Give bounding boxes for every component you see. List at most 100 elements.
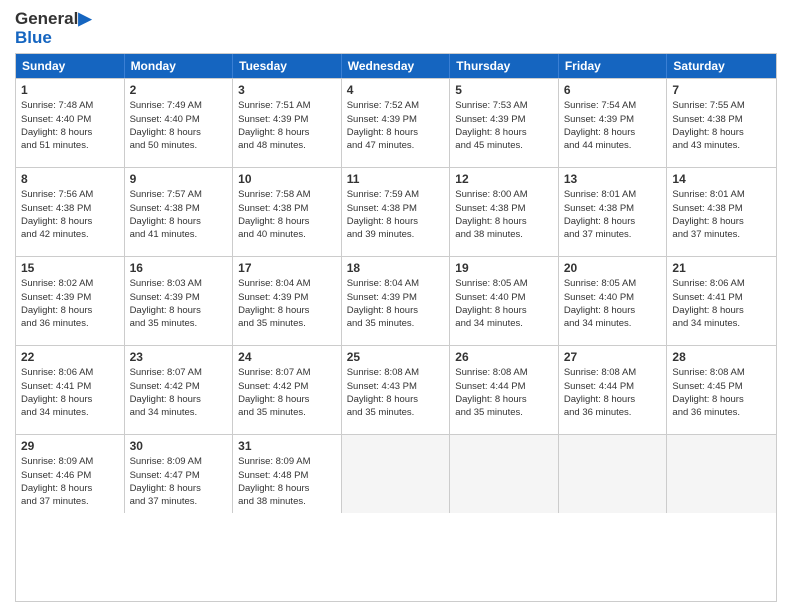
minutes: and 35 minutes. — [130, 317, 228, 330]
day-cell-1: 1 Sunrise: 7:48 AM Sunset: 4:40 PM Dayli… — [16, 79, 125, 167]
daylight: Daylight: 8 hours — [672, 304, 771, 317]
day-cell-22: 22 Sunrise: 8:06 AM Sunset: 4:41 PM Dayl… — [16, 346, 125, 434]
daylight: Daylight: 8 hours — [455, 215, 553, 228]
day-cell-14: 14 Sunrise: 8:01 AM Sunset: 4:38 PM Dayl… — [667, 168, 776, 256]
day-cell-8: 8 Sunrise: 7:56 AM Sunset: 4:38 PM Dayli… — [16, 168, 125, 256]
day-cell-29: 29 Sunrise: 8:09 AM Sunset: 4:46 PM Dayl… — [16, 435, 125, 512]
day-number: 30 — [130, 439, 228, 453]
minutes: and 42 minutes. — [21, 228, 119, 241]
sunset: Sunset: 4:41 PM — [21, 380, 119, 393]
day-number: 16 — [130, 261, 228, 275]
day-cell-23: 23 Sunrise: 8:07 AM Sunset: 4:42 PM Dayl… — [125, 346, 234, 434]
day-number: 20 — [564, 261, 662, 275]
day-cell-5: 5 Sunrise: 7:53 AM Sunset: 4:39 PM Dayli… — [450, 79, 559, 167]
sunrise: Sunrise: 8:04 AM — [238, 277, 336, 290]
day-number: 10 — [238, 172, 336, 186]
calendar: SundayMondayTuesdayWednesdayThursdayFrid… — [15, 53, 777, 602]
sunset: Sunset: 4:45 PM — [672, 380, 771, 393]
minutes: and 35 minutes. — [455, 406, 553, 419]
daylight: Daylight: 8 hours — [130, 393, 228, 406]
day-cell-19: 19 Sunrise: 8:05 AM Sunset: 4:40 PM Dayl… — [450, 257, 559, 345]
day-number: 25 — [347, 350, 445, 364]
minutes: and 34 minutes. — [564, 317, 662, 330]
day-number: 13 — [564, 172, 662, 186]
sunrise: Sunrise: 7:51 AM — [238, 99, 336, 112]
day-cell-30: 30 Sunrise: 8:09 AM Sunset: 4:47 PM Dayl… — [125, 435, 234, 512]
day-number: 9 — [130, 172, 228, 186]
day-number: 24 — [238, 350, 336, 364]
sunset: Sunset: 4:40 PM — [455, 291, 553, 304]
minutes: and 37 minutes. — [130, 495, 228, 508]
minutes: and 45 minutes. — [455, 139, 553, 152]
day-cell-6: 6 Sunrise: 7:54 AM Sunset: 4:39 PM Dayli… — [559, 79, 668, 167]
minutes: and 51 minutes. — [21, 139, 119, 152]
day-cell-27: 27 Sunrise: 8:08 AM Sunset: 4:44 PM Dayl… — [559, 346, 668, 434]
day-number: 28 — [672, 350, 771, 364]
header-day-tuesday: Tuesday — [233, 54, 342, 78]
daylight: Daylight: 8 hours — [130, 482, 228, 495]
minutes: and 35 minutes. — [238, 317, 336, 330]
sunset: Sunset: 4:39 PM — [238, 113, 336, 126]
minutes: and 38 minutes. — [238, 495, 336, 508]
day-number: 3 — [238, 83, 336, 97]
daylight: Daylight: 8 hours — [21, 126, 119, 139]
calendar-row-2: 8 Sunrise: 7:56 AM Sunset: 4:38 PM Dayli… — [16, 167, 776, 256]
daylight: Daylight: 8 hours — [130, 304, 228, 317]
day-number: 14 — [672, 172, 771, 186]
sunset: Sunset: 4:47 PM — [130, 469, 228, 482]
day-number: 7 — [672, 83, 771, 97]
calendar-row-3: 15 Sunrise: 8:02 AM Sunset: 4:39 PM Dayl… — [16, 256, 776, 345]
day-number: 5 — [455, 83, 553, 97]
sunset: Sunset: 4:39 PM — [347, 291, 445, 304]
sunrise: Sunrise: 8:00 AM — [455, 188, 553, 201]
logo-blue: ▶ — [78, 9, 91, 28]
day-cell-21: 21 Sunrise: 8:06 AM Sunset: 4:41 PM Dayl… — [667, 257, 776, 345]
day-cell-3: 3 Sunrise: 7:51 AM Sunset: 4:39 PM Dayli… — [233, 79, 342, 167]
day-cell-26: 26 Sunrise: 8:08 AM Sunset: 4:44 PM Dayl… — [450, 346, 559, 434]
minutes: and 37 minutes. — [564, 228, 662, 241]
sunrise: Sunrise: 8:01 AM — [672, 188, 771, 201]
day-cell-13: 13 Sunrise: 8:01 AM Sunset: 4:38 PM Dayl… — [559, 168, 668, 256]
sunset: Sunset: 4:40 PM — [130, 113, 228, 126]
sunset: Sunset: 4:44 PM — [564, 380, 662, 393]
day-cell-12: 12 Sunrise: 8:00 AM Sunset: 4:38 PM Dayl… — [450, 168, 559, 256]
header-day-saturday: Saturday — [667, 54, 776, 78]
minutes: and 35 minutes. — [238, 406, 336, 419]
sunrise: Sunrise: 8:02 AM — [21, 277, 119, 290]
sunrise: Sunrise: 8:08 AM — [564, 366, 662, 379]
day-number: 2 — [130, 83, 228, 97]
sunset: Sunset: 4:48 PM — [238, 469, 336, 482]
sunset: Sunset: 4:38 PM — [130, 202, 228, 215]
header-day-monday: Monday — [125, 54, 234, 78]
daylight: Daylight: 8 hours — [21, 393, 119, 406]
day-cell-4: 4 Sunrise: 7:52 AM Sunset: 4:39 PM Dayli… — [342, 79, 451, 167]
minutes: and 37 minutes. — [672, 228, 771, 241]
minutes: and 43 minutes. — [672, 139, 771, 152]
sunrise: Sunrise: 7:54 AM — [564, 99, 662, 112]
calendar-row-1: 1 Sunrise: 7:48 AM Sunset: 4:40 PM Dayli… — [16, 78, 776, 167]
sunrise: Sunrise: 8:07 AM — [238, 366, 336, 379]
sunset: Sunset: 4:38 PM — [672, 113, 771, 126]
minutes: and 40 minutes. — [238, 228, 336, 241]
sunrise: Sunrise: 8:05 AM — [455, 277, 553, 290]
sunset: Sunset: 4:39 PM — [21, 291, 119, 304]
sunset: Sunset: 4:41 PM — [672, 291, 771, 304]
sunrise: Sunrise: 7:48 AM — [21, 99, 119, 112]
sunrise: Sunrise: 8:01 AM — [564, 188, 662, 201]
sunset: Sunset: 4:39 PM — [347, 113, 445, 126]
page: General▶ Blue SundayMondayTuesdayWednesd… — [0, 0, 792, 612]
sunrise: Sunrise: 8:03 AM — [130, 277, 228, 290]
minutes: and 39 minutes. — [347, 228, 445, 241]
day-cell-7: 7 Sunrise: 7:55 AM Sunset: 4:38 PM Dayli… — [667, 79, 776, 167]
sunset: Sunset: 4:46 PM — [21, 469, 119, 482]
daylight: Daylight: 8 hours — [238, 482, 336, 495]
day-number: 1 — [21, 83, 119, 97]
daylight: Daylight: 8 hours — [130, 215, 228, 228]
day-cell-11: 11 Sunrise: 7:59 AM Sunset: 4:38 PM Dayl… — [342, 168, 451, 256]
day-number: 26 — [455, 350, 553, 364]
calendar-row-4: 22 Sunrise: 8:06 AM Sunset: 4:41 PM Dayl… — [16, 345, 776, 434]
calendar-body: 1 Sunrise: 7:48 AM Sunset: 4:40 PM Dayli… — [16, 78, 776, 512]
sunset: Sunset: 4:39 PM — [564, 113, 662, 126]
sunrise: Sunrise: 8:06 AM — [21, 366, 119, 379]
header-day-sunday: Sunday — [16, 54, 125, 78]
